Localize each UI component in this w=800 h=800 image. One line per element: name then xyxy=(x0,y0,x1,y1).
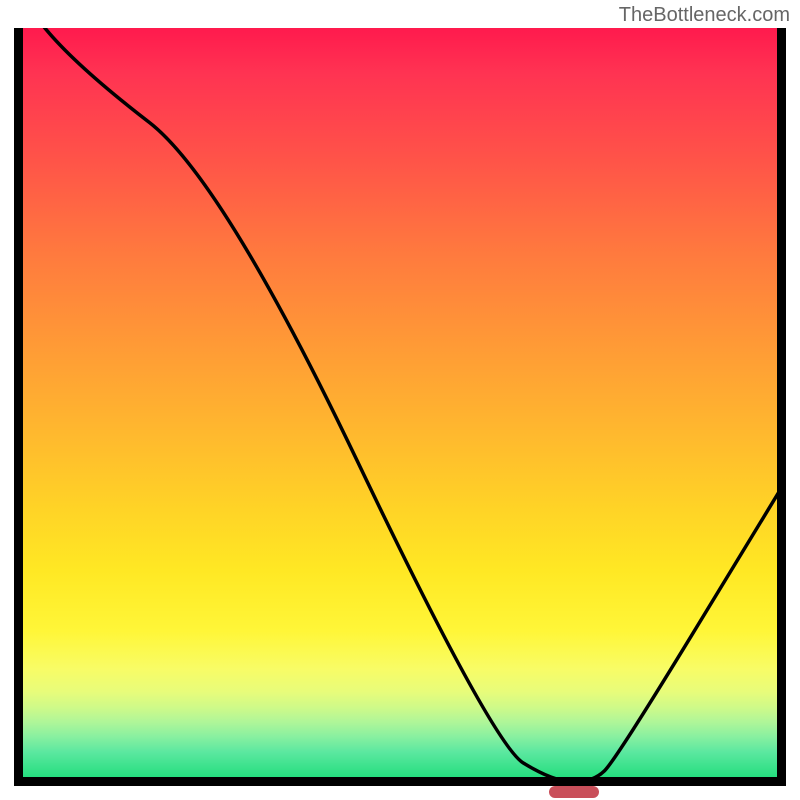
plot-frame xyxy=(14,28,786,800)
bottleneck-curve xyxy=(14,28,786,782)
chart-container: TheBottleneck.com xyxy=(0,0,800,800)
axis-bottom xyxy=(14,777,786,786)
axis-right xyxy=(777,28,786,786)
axis-left xyxy=(14,28,23,786)
watermark-text: TheBottleneck.com xyxy=(619,4,790,27)
optimal-zone-marker xyxy=(549,786,599,798)
